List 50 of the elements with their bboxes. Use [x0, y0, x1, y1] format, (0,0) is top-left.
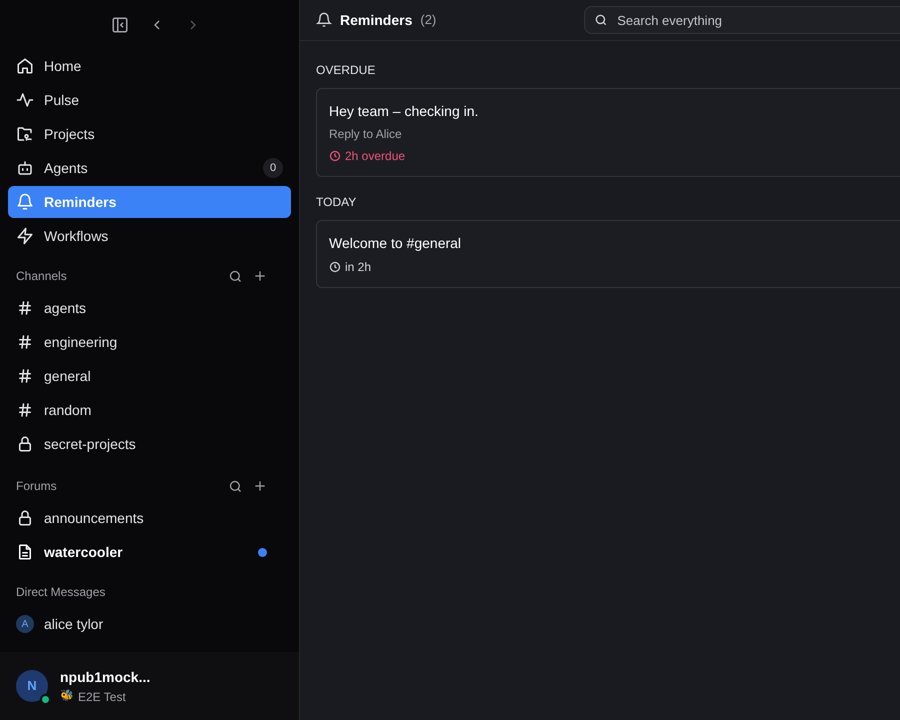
user-avatar[interactable]: N — [16, 670, 48, 702]
add-icon[interactable] — [253, 269, 267, 283]
search-icon — [594, 13, 608, 27]
reminder-time: 2h overdue — [345, 148, 406, 165]
nav-item[interactable]: Home — [8, 50, 291, 82]
reminder-time: in 2h — [345, 259, 372, 276]
section-heading: Forums — [16, 478, 58, 495]
nav-item[interactable]: Agents 0 — [8, 152, 291, 184]
reminder-title: Welcome to #general — [329, 234, 462, 253]
reminder-title: Hey team – checking in. — [329, 102, 480, 121]
status-emoji: 🐝 — [60, 688, 74, 704]
direct-message-item[interactable]: A alice tylor — [8, 608, 291, 640]
channel-item[interactable]: engineering — [8, 326, 291, 358]
channel-item[interactable]: announcements — [8, 502, 291, 534]
nav-item[interactable]: Projects — [8, 118, 291, 150]
search-icon[interactable] — [228, 268, 243, 284]
channel-item[interactable]: general — [8, 360, 291, 392]
bell-icon — [316, 12, 332, 28]
sidebar-toggle-icon[interactable] — [110, 16, 128, 34]
page-title: Reminders — [340, 10, 412, 30]
nav-item[interactable]: Pulse — [8, 84, 291, 116]
reminder-subtitle: Reply to Alice — [329, 126, 403, 143]
group-heading: TODAY — [316, 194, 358, 211]
avatar-icon: A — [16, 615, 34, 633]
reminder-card[interactable]: Hey team – checking in. Reply to Alice 2h overdue — [316, 88, 900, 177]
search-icon[interactable] — [228, 478, 243, 494]
bell-icon — [16, 193, 34, 211]
channel-item[interactable]: random — [8, 394, 291, 426]
group-heading: OVERDUE — [316, 62, 376, 79]
nav-item[interactable]: Workflows — [8, 220, 291, 252]
reminder-card[interactable]: Welcome to #general in 2h — [316, 220, 900, 288]
channel-item[interactable]: agents — [8, 292, 291, 324]
user-name: npub1mock... — [60, 668, 150, 687]
section-heading: Channels — [16, 268, 68, 285]
lightning-icon — [16, 227, 34, 245]
section-heading: Direct Messages — [16, 584, 106, 601]
count-badge: 0 — [263, 158, 283, 178]
pulse-icon — [16, 91, 34, 109]
clock-icon — [329, 261, 341, 273]
channel-item[interactable]: watercooler — [8, 536, 291, 568]
nav-item[interactable]: Reminders — [8, 186, 291, 218]
clock-icon — [329, 150, 341, 162]
robot-icon — [16, 159, 34, 177]
add-icon[interactable] — [253, 479, 267, 493]
reminder-count: (2) — [420, 11, 436, 30]
search-field[interactable]: Search everything — [584, 6, 900, 34]
house-icon — [16, 57, 34, 75]
folder-icon — [16, 125, 34, 143]
channel-item[interactable]: secret-projects — [8, 428, 291, 460]
user-status: E2E Test — [78, 688, 126, 706]
